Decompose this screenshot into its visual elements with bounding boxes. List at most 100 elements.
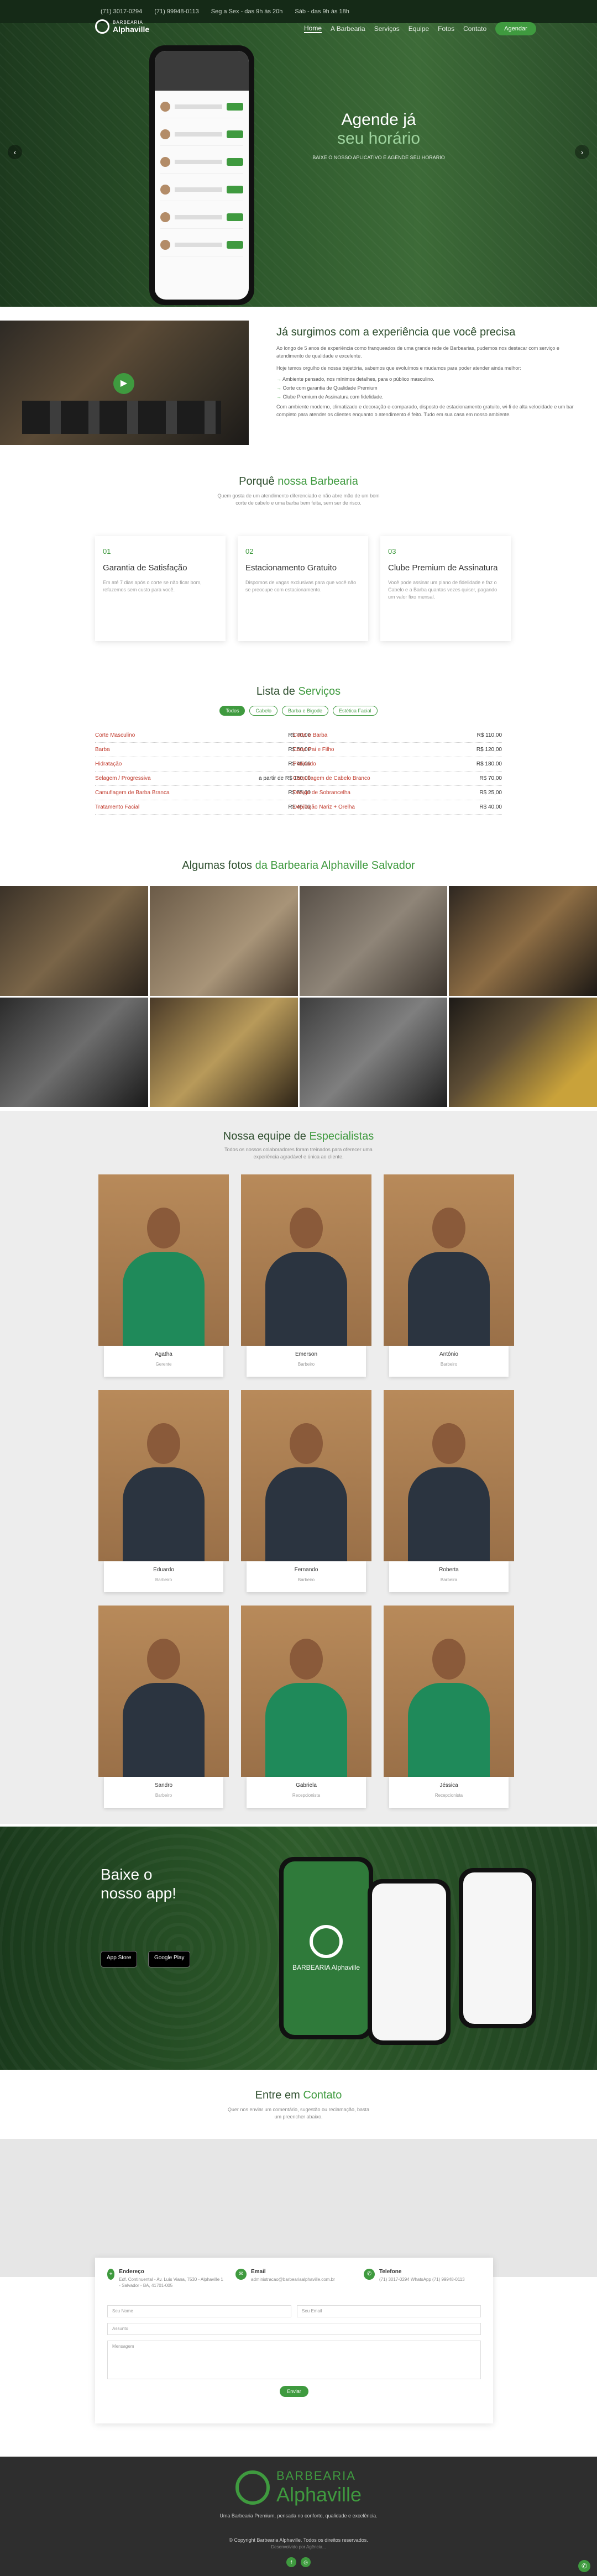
send-button[interactable]: Enviar (280, 2386, 308, 2397)
nav-contato[interactable]: Contato (463, 25, 486, 33)
email-field[interactable]: Seu Email (297, 2305, 481, 2317)
tab-barba[interactable]: Barba e Bigode (281, 706, 329, 716)
why-section: Porquê nossa Barbearia Quem gosta de um … (0, 475, 597, 663)
feature-card: 01 Garantia de Satisfação Em até 7 dias ap… (95, 536, 226, 641)
team-member-card: Roberta Barbeira (384, 1390, 514, 1592)
nav-servicos[interactable]: Serviços (374, 25, 400, 33)
gallery-photo[interactable] (449, 886, 597, 996)
service-item: Tratamento Facial R$ 45,00 (95, 800, 311, 815)
gallery-photo[interactable] (449, 997, 597, 1107)
tab-cabelo[interactable]: Cabelo (249, 706, 277, 716)
googleplay-button[interactable]: Google Play (148, 1951, 191, 1968)
member-name: Sandro (154, 1782, 173, 1788)
member-name: Emerson (295, 1351, 317, 1357)
instagram-icon[interactable]: ◎ (301, 2557, 311, 2567)
gallery-photo[interactable] (149, 997, 298, 1107)
member-role: Gerente (155, 1362, 172, 1367)
gallery-photo[interactable] (299, 886, 448, 996)
whatsapp-float-icon[interactable]: ✆ (578, 2560, 590, 2572)
message-field[interactable]: Mensagem (107, 2341, 481, 2379)
member-role: Barbeiro (440, 1362, 458, 1367)
member-name: Fernando (294, 1567, 318, 1573)
services-title: Lista de Serviços (256, 685, 341, 697)
member-role: Barbeira (440, 1577, 458, 1582)
member-name: Jéssica (439, 1782, 458, 1788)
team-member-photo (241, 1390, 371, 1561)
service-item: Corte Masculino R$ 70,00 (95, 728, 311, 743)
hours-weekdays: Seg a Sex - das 9h às 20h (211, 8, 283, 15)
photos-section: Algumas fotos da Barbearia Alphaville Sa… (0, 859, 597, 1107)
team-member-photo (98, 1390, 229, 1561)
member-name: Antônio (439, 1351, 458, 1357)
team-member-card: Antônio Barbeiro (384, 1174, 514, 1377)
phone-2[interactable]: (71) 99948-0113 (154, 8, 199, 15)
top-bar: (71) 3017-0294 (71) 99948-0113 Seg a Sex… (0, 0, 597, 23)
why-title: Porquê nossa Barbearia (239, 475, 358, 487)
service-item: Depilação Nariz + Orelha R$ 40,00 (293, 800, 502, 815)
map-area[interactable] (0, 2139, 597, 2277)
member-name: Gabriela (296, 1782, 317, 1788)
services-list-right: Corte e Barba R$ 110,00 Corte Pai e Filho R… (293, 728, 502, 815)
service-item: Corte e Barba R$ 110,00 (293, 728, 502, 743)
app-section: Baixe o nosso app! App Store Google Play… (0, 1827, 597, 2070)
facebook-icon[interactable]: f (286, 2557, 296, 2567)
footer: BARBEARIA Alphaville Uma Barbearia Premiu… (0, 2457, 597, 2576)
hours-saturday: Sáb - das 9h às 18h (295, 8, 349, 15)
gallery-photo[interactable] (0, 997, 148, 1107)
location-icon: ⌖ (107, 2269, 115, 2280)
member-name: Eduardo (153, 1567, 174, 1573)
team-member-card: Gabriela Recepcionista (241, 1606, 371, 1808)
about-bullet: Corte com garantia de Qualidade Premium (276, 385, 575, 391)
play-icon[interactable]: ▶ (113, 373, 134, 394)
nav-equipe[interactable]: Equipe (409, 25, 429, 33)
member-role: Recepcionista (292, 1793, 321, 1798)
team-section: Nossa equipe de Especialistas Todos os n… (0, 1111, 597, 1824)
phone-1[interactable]: (71) 3017-0294 (101, 8, 142, 15)
team-member-card: Sandro Barbeiro (98, 1606, 229, 1808)
member-name: Agatha (155, 1351, 172, 1357)
footer-logo: BARBEARIA Alphaville (235, 2469, 362, 2506)
service-item: Hidratação R$ 45,00 (95, 757, 311, 772)
hero-section: (71) 3017-0294 (71) 99948-0113 Seg a Sex… (0, 0, 597, 307)
service-item: Camuflagem de Cabelo Branco R$ 70,00 (293, 772, 502, 786)
nav-fotos[interactable]: Fotos (438, 25, 454, 33)
hero-phone-image (149, 45, 254, 305)
member-name: Roberta (439, 1567, 459, 1573)
app-phone-mockup: BARBEARIA Alphaville (279, 1857, 373, 2039)
team-member-card: Agatha Gerente (98, 1174, 229, 1377)
tab-estetica[interactable]: Estética Facial (333, 706, 378, 716)
gallery-photo[interactable] (0, 886, 148, 996)
slider-next-icon[interactable]: › (575, 145, 589, 159)
team-member-photo (98, 1606, 229, 1777)
nav-home[interactable]: Home (304, 24, 322, 33)
member-role: Barbeiro (155, 1577, 172, 1582)
service-item: Selagem / Progressiva a partir de R$ 150,… (95, 772, 311, 786)
team-member-photo (384, 1606, 514, 1777)
member-role: Barbeiro (297, 1362, 315, 1367)
name-field[interactable]: Seu Nome (107, 2305, 291, 2317)
feature-card: 02 Estacionamento Gratuito Dispomos de vag… (238, 536, 368, 641)
slider-prev-icon[interactable]: ‹ (8, 145, 22, 159)
app-phone-mockup (459, 1868, 536, 2028)
subject-field[interactable]: Assunto (107, 2323, 481, 2335)
appstore-button[interactable]: App Store (101, 1951, 138, 1968)
gallery-photo[interactable] (149, 886, 298, 996)
hero-headline: Agende já seu horário BAIXE O NOSSO APLI… (312, 111, 445, 160)
team-member-photo (98, 1174, 229, 1346)
gallery-photo[interactable] (299, 997, 448, 1107)
app-phone-mockup (368, 1879, 451, 2045)
member-role: Barbeiro (155, 1793, 172, 1798)
phone-icon: ✆ (364, 2269, 375, 2280)
site-logo[interactable]: BARBEARIA Alphaville (95, 18, 150, 35)
member-role: Barbeiro (297, 1577, 315, 1582)
photos-title: Algumas fotos da Barbearia Alphaville Sa… (182, 859, 415, 872)
tab-todos[interactable]: Todos (219, 706, 245, 716)
service-item: Camuflagem de Barba Branca R$ 55,00 (95, 786, 311, 800)
services-section: Lista de Serviços Todos Cabelo Barba e B… (0, 685, 597, 840)
about-bullet: Clube Premium de Assinatura com fidelida… (276, 394, 575, 400)
schedule-button[interactable]: Agendar (495, 22, 536, 35)
about-video-thumbnail[interactable]: ▶ (0, 321, 249, 445)
team-title: Nossa equipe de Especialistas (223, 1130, 374, 1142)
nav-barbearia[interactable]: A Barbearia (331, 25, 365, 33)
team-member-card: Eduardo Barbeiro (98, 1390, 229, 1592)
